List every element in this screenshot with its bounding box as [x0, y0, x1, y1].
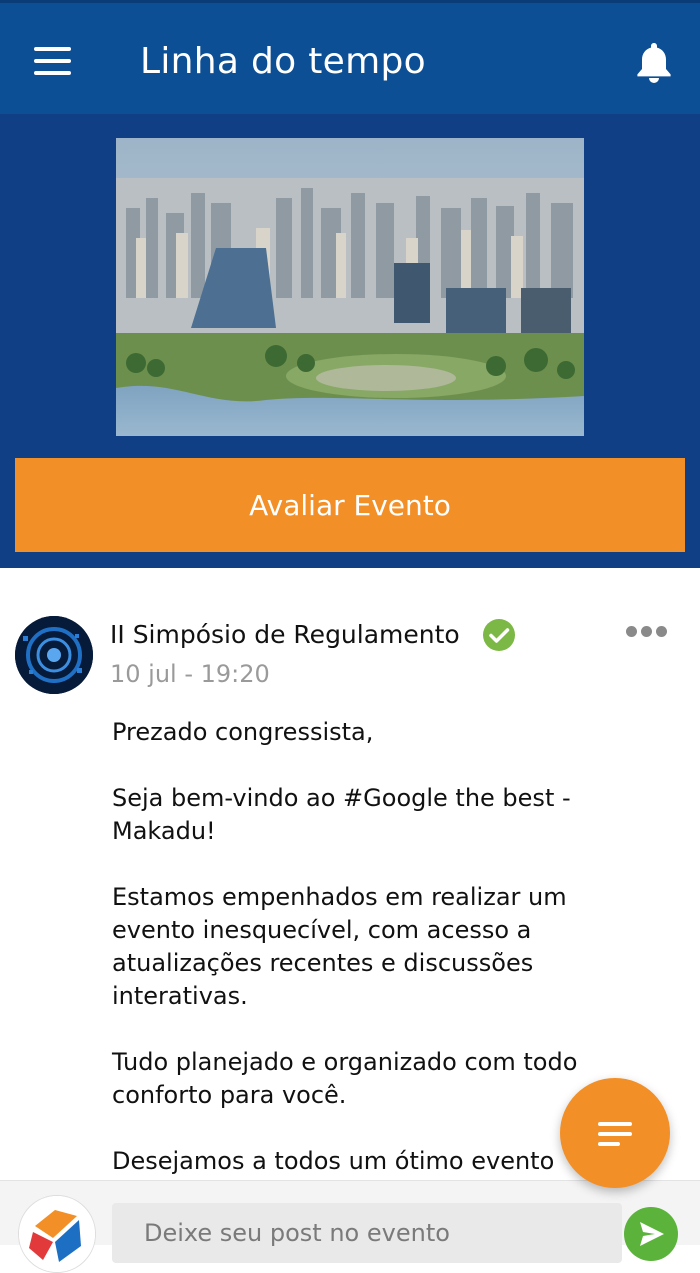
filter-list-icon[interactable]: [560, 1078, 670, 1188]
rate-event-button[interactable]: Avaliar Evento: [15, 458, 685, 552]
post-composer: [0, 1180, 700, 1273]
send-icon[interactable]: [624, 1207, 678, 1261]
post-paragraph: Estamos empenhados em realizar um evento…: [112, 883, 567, 1010]
event-cover-image: [116, 138, 584, 436]
app-logo: [18, 1195, 96, 1273]
post-author[interactable]: II Simpósio de Regulamento: [110, 620, 460, 649]
post-paragraph: Prezado congressista,: [112, 718, 374, 746]
avatar[interactable]: [15, 616, 93, 694]
app-header: Linha do tempo: [0, 0, 700, 114]
event-banner: Avaliar Evento: [0, 114, 700, 568]
verified-check-icon: [483, 619, 515, 651]
post-timestamp: 10 jul - 19:20: [110, 660, 270, 688]
page-title: Linha do tempo: [140, 41, 426, 82]
more-dots-icon[interactable]: [626, 624, 670, 640]
post-paragraph: Seja bem-vindo ao #Google the best - Mak…: [112, 784, 571, 845]
bell-icon[interactable]: [634, 41, 674, 85]
post-input[interactable]: [112, 1203, 622, 1263]
hamburger-menu-icon[interactable]: [34, 47, 72, 75]
